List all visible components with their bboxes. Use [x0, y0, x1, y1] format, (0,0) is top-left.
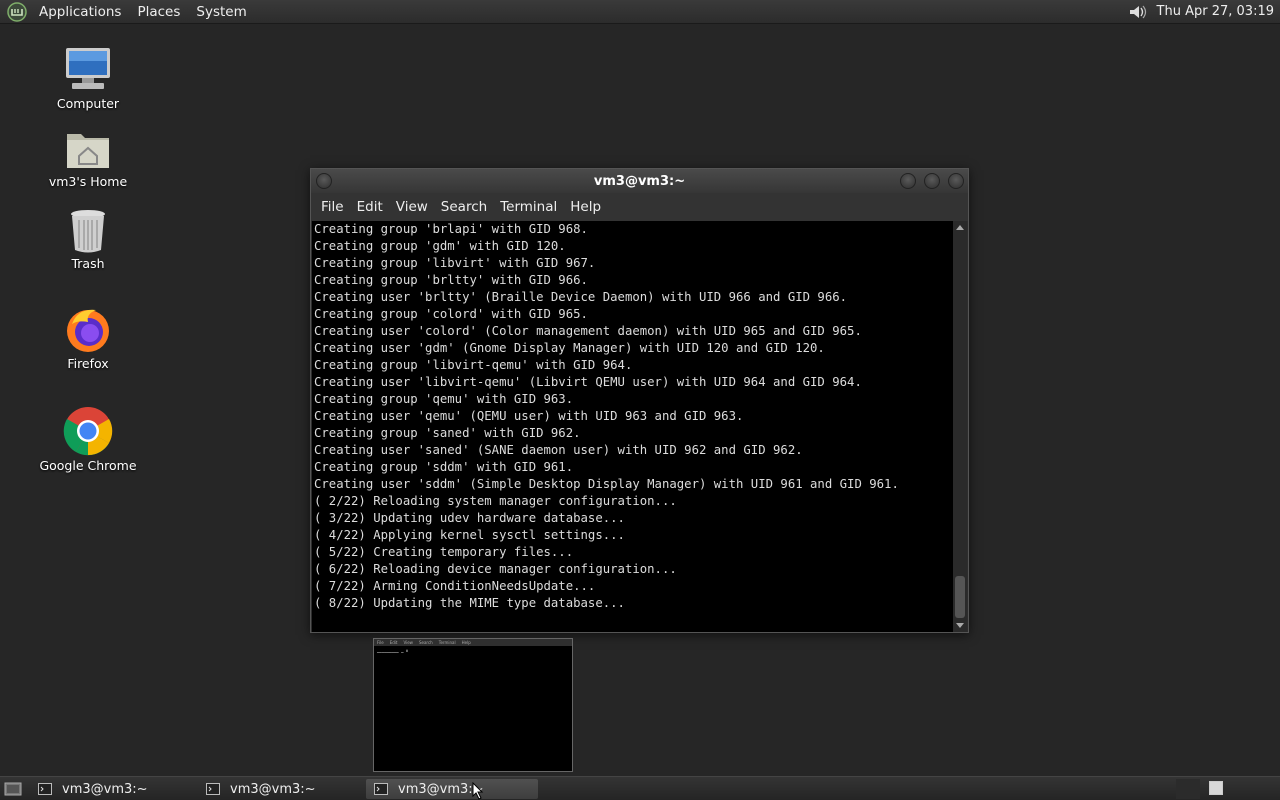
terminal-line: Creating group 'saned' with GID 962.	[314, 426, 581, 440]
scrollbar-thumb[interactable]	[955, 576, 965, 618]
terminal-line: ( 4/22) Applying kernel sysctl settings.…	[314, 528, 625, 542]
terminal-line: Creating group 'sddm' with GID 961.	[314, 460, 574, 474]
preview-prompt: ▁▁▁▁▁▁▁▁▁ ▁ ▮	[377, 648, 409, 653]
top-panel: Applications Places System Thu Apr 27, 0…	[0, 0, 1280, 24]
desktop-icon-label: Computer	[56, 96, 120, 111]
terminal-line: Creating group 'qemu' with GID 963.	[314, 392, 574, 406]
minimize-icon[interactable]	[900, 173, 916, 189]
desktop-icon-label: Google Chrome	[39, 458, 137, 473]
terminal-line: Creating user 'sddm' (Simple Desktop Dis…	[314, 477, 899, 491]
menu-edit[interactable]: Edit	[351, 199, 389, 215]
desktop-icon-trash[interactable]: Trash	[28, 208, 148, 271]
clock[interactable]: Thu Apr 27, 03:19	[1157, 4, 1280, 19]
tray-area	[1176, 779, 1200, 799]
taskbar-item-label: vm3@vm3:~	[230, 781, 316, 797]
terminal-line: Creating user 'saned' (SANE daemon user)…	[314, 443, 803, 457]
taskbar-item-active[interactable]: vm3@vm3:~	[366, 779, 538, 799]
taskbar-item-label: vm3@vm3:~	[398, 781, 484, 797]
terminal-icon	[206, 783, 220, 795]
taskbar-item[interactable]: vm3@vm3:~	[30, 779, 195, 799]
window-title: vm3@vm3:~	[593, 173, 686, 189]
show-desktop-icon[interactable]	[4, 781, 22, 797]
terminal-line: ( 2/22) Reloading system manager configu…	[314, 494, 677, 508]
mouse-pointer-icon	[472, 782, 484, 800]
preview-menu-item: Search	[418, 640, 433, 645]
desktop-icon-chrome[interactable]: Google Chrome	[28, 406, 148, 473]
terminal-line: Creating group 'libvirt-qemu' with GID 9…	[314, 358, 633, 372]
volume-icon[interactable]	[1127, 2, 1147, 22]
trash-icon	[71, 210, 105, 253]
terminal-line: Creating user 'qemu' (QEMU user) with UI…	[314, 409, 744, 423]
terminal-line: Creating group 'brlapi' with GID 968.	[314, 222, 588, 236]
terminal-line: Creating user 'colord' (Color management…	[314, 324, 862, 338]
maximize-icon[interactable]	[924, 173, 940, 189]
terminal-line: ( 5/22) Creating temporary files...	[314, 545, 574, 559]
terminal-line: Creating group 'libvirt' with GID 967.	[314, 256, 596, 270]
desktop-icon-label: vm3's Home	[48, 174, 128, 189]
menu-search[interactable]: Search	[435, 199, 493, 215]
preview-menu-item: File	[377, 640, 384, 645]
desktop-icon-firefox[interactable]: Firefox	[28, 306, 148, 371]
terminal-line: Creating group 'colord' with GID 965.	[314, 307, 588, 321]
terminal-line: Creating user 'gdm' (Gnome Display Manag…	[314, 341, 825, 355]
terminal-output[interactable]: Creating group 'brlapi' with GID 968. Cre…	[312, 221, 954, 632]
terminal-window[interactable]: vm3@vm3:~ File Edit View Search Terminal…	[310, 168, 969, 633]
taskbar-item[interactable]: vm3@vm3:~	[198, 779, 363, 799]
terminal-line: ( 6/22) Reloading device manager configu…	[314, 562, 677, 576]
close-icon[interactable]	[948, 173, 964, 189]
scroll-down-icon[interactable]	[956, 623, 964, 628]
terminal-line: Creating group 'gdm' with GID 120.	[314, 239, 566, 253]
window-preview-thumbnail[interactable]: File Edit View Search Terminal Help ▁▁▁▁…	[373, 638, 573, 772]
menu-terminal[interactable]: Terminal	[494, 199, 563, 215]
window-titlebar[interactable]: vm3@vm3:~	[311, 169, 968, 193]
terminal-lines: Creating group 'brlapi' with GID 968. Cre…	[312, 221, 954, 612]
preview-menu-item: View	[403, 640, 413, 645]
taskbar-item-label: vm3@vm3:~	[62, 781, 148, 797]
preview-menu-item: Help	[461, 640, 471, 645]
terminal-line: ( 7/22) Arming ConditionNeedsUpdate...	[314, 579, 596, 593]
chrome-icon	[63, 407, 113, 456]
terminal-scrollbar[interactable]	[953, 221, 967, 632]
menu-view[interactable]: View	[390, 199, 434, 215]
terminal-icon	[38, 783, 52, 795]
desktop-icon-home[interactable]: vm3's Home	[28, 128, 148, 189]
menu-help[interactable]: Help	[564, 199, 607, 215]
firefox-icon	[67, 309, 109, 352]
preview-menu-item: Terminal	[438, 640, 456, 645]
home-folder-icon	[67, 134, 109, 168]
workspace-switcher[interactable]	[1209, 781, 1223, 795]
terminal-line: ( 8/22) Updating the MIME type database.…	[314, 596, 625, 610]
mint-logo-icon[interactable]	[7, 1, 27, 22]
scroll-up-icon[interactable]	[956, 225, 964, 230]
computer-icon	[66, 48, 110, 89]
preview-menubar: File Edit View Search Terminal Help	[374, 639, 572, 646]
terminal-line: ( 3/22) Updating udev hardware database.…	[314, 511, 625, 525]
desktop-icon-computer[interactable]: Computer	[28, 46, 148, 111]
bottom-panel: vm3@vm3:~ vm3@vm3:~ vm3@vm3:~	[0, 776, 1280, 800]
menu-places[interactable]: Places	[129, 0, 188, 24]
terminal-menubar: File Edit View Search Terminal Help	[311, 193, 968, 221]
terminal-line: Creating user 'libvirt-qemu' (Libvirt QE…	[314, 375, 862, 389]
preview-menu-item: Edit	[389, 640, 398, 645]
menu-file[interactable]: File	[315, 199, 350, 215]
menu-system[interactable]: System	[188, 0, 254, 24]
menu-applications[interactable]: Applications	[31, 0, 129, 24]
terminal-line: Creating user 'brltty' (Braille Device D…	[314, 290, 848, 304]
window-menu-icon[interactable]	[316, 173, 332, 189]
terminal-line: Creating group 'brltty' with GID 966.	[314, 273, 588, 287]
desktop-icon-label: Firefox	[67, 356, 109, 371]
terminal-icon	[374, 783, 388, 795]
desktop-icon-label: Trash	[71, 256, 105, 271]
